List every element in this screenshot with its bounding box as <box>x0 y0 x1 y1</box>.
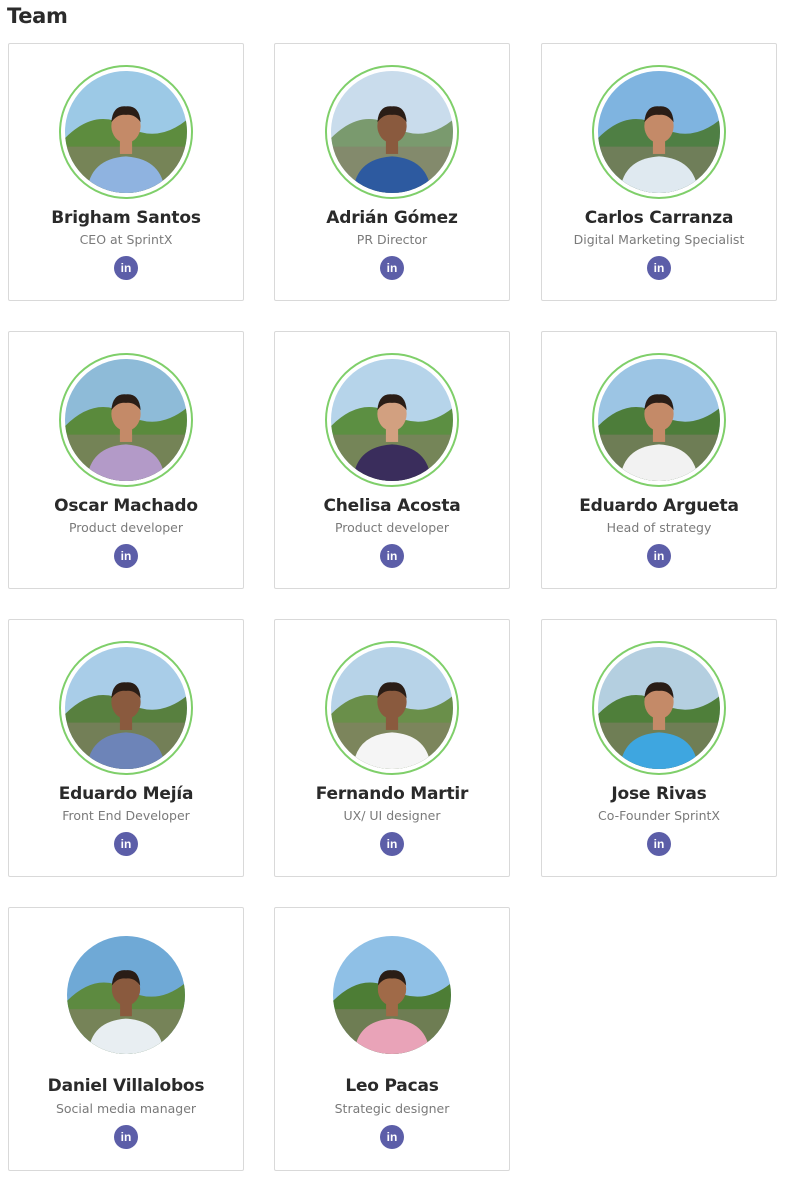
linkedin-icon[interactable]: in <box>647 544 671 568</box>
linkedin-icon[interactable]: in <box>380 832 404 856</box>
linkedin-icon[interactable]: in <box>114 256 138 280</box>
avatar <box>592 65 726 199</box>
linkedin-icon[interactable]: in <box>114 544 138 568</box>
portrait-photo <box>67 936 185 1054</box>
member-name: Carlos Carranza <box>584 208 734 228</box>
portrait-photo <box>331 647 453 769</box>
member-role: Strategic designer <box>334 1101 450 1116</box>
member-role: Co-Founder SprintX <box>598 808 720 823</box>
team-grid: Brigham Santos CEO at SprintX in Adrián … <box>0 0 785 1177</box>
avatar <box>325 353 459 487</box>
avatar <box>331 934 453 1056</box>
member-role: Product developer <box>334 520 450 535</box>
member-name: Fernando Martir <box>315 784 469 804</box>
avatar <box>592 353 726 487</box>
portrait-photo <box>598 359 720 481</box>
member-name: Brigham Santos <box>51 208 201 228</box>
member-name: Oscar Machado <box>54 496 198 516</box>
member-name: Eduardo Mejía <box>58 784 194 804</box>
linkedin-icon[interactable]: in <box>380 544 404 568</box>
member-name: Eduardo Argueta <box>579 496 739 516</box>
portrait-photo <box>598 647 720 769</box>
linkedin-icon[interactable]: in <box>114 1125 138 1149</box>
avatar <box>65 934 187 1056</box>
linkedin-icon[interactable]: in <box>380 1125 404 1149</box>
team-card: Adrián Gómez PR Director in <box>274 43 510 301</box>
portrait-photo <box>333 936 451 1054</box>
member-role: Product developer <box>68 520 184 535</box>
portrait-photo <box>598 71 720 193</box>
avatar <box>325 641 459 775</box>
member-name: Adrián Gómez <box>326 208 458 228</box>
portrait-photo <box>65 647 187 769</box>
avatar <box>59 353 193 487</box>
team-card: Brigham Santos CEO at SprintX in <box>8 43 244 301</box>
member-role: Front End Developer <box>62 808 190 823</box>
team-card: Eduardo Argueta Head of strategy in <box>541 331 777 589</box>
team-card: Fernando Martir UX/ UI designer in <box>274 619 510 877</box>
member-name: Daniel Villalobos <box>47 1076 205 1096</box>
linkedin-icon[interactable]: in <box>380 256 404 280</box>
avatar <box>325 65 459 199</box>
member-role: Social media manager <box>55 1101 197 1116</box>
team-card: Carlos Carranza Digital Marketing Specia… <box>541 43 777 301</box>
team-card: Oscar Machado Product developer in <box>8 331 244 589</box>
avatar <box>59 65 193 199</box>
portrait-photo <box>65 359 187 481</box>
linkedin-icon[interactable]: in <box>647 832 671 856</box>
linkedin-icon[interactable]: in <box>647 256 671 280</box>
member-name: Leo Pacas <box>345 1076 439 1096</box>
avatar <box>59 641 193 775</box>
avatar <box>592 641 726 775</box>
member-name: Chelisa Acosta <box>323 496 461 516</box>
member-role: CEO at SprintX <box>79 232 173 247</box>
team-card: Chelisa Acosta Product developer in <box>274 331 510 589</box>
member-role: UX/ UI designer <box>343 808 441 823</box>
portrait-photo <box>331 71 453 193</box>
member-role: PR Director <box>356 232 428 247</box>
team-card: Leo Pacas Strategic designer in <box>274 907 510 1171</box>
member-role: Digital Marketing Specialist <box>573 232 745 247</box>
team-card: Jose Rivas Co-Founder SprintX in <box>541 619 777 877</box>
portrait-photo <box>65 71 187 193</box>
team-card: Eduardo Mejía Front End Developer in <box>8 619 244 877</box>
linkedin-icon[interactable]: in <box>114 832 138 856</box>
team-card: Daniel Villalobos Social media manager i… <box>8 907 244 1171</box>
member-role: Head of strategy <box>606 520 712 535</box>
portrait-photo <box>331 359 453 481</box>
member-name: Jose Rivas <box>611 784 707 804</box>
